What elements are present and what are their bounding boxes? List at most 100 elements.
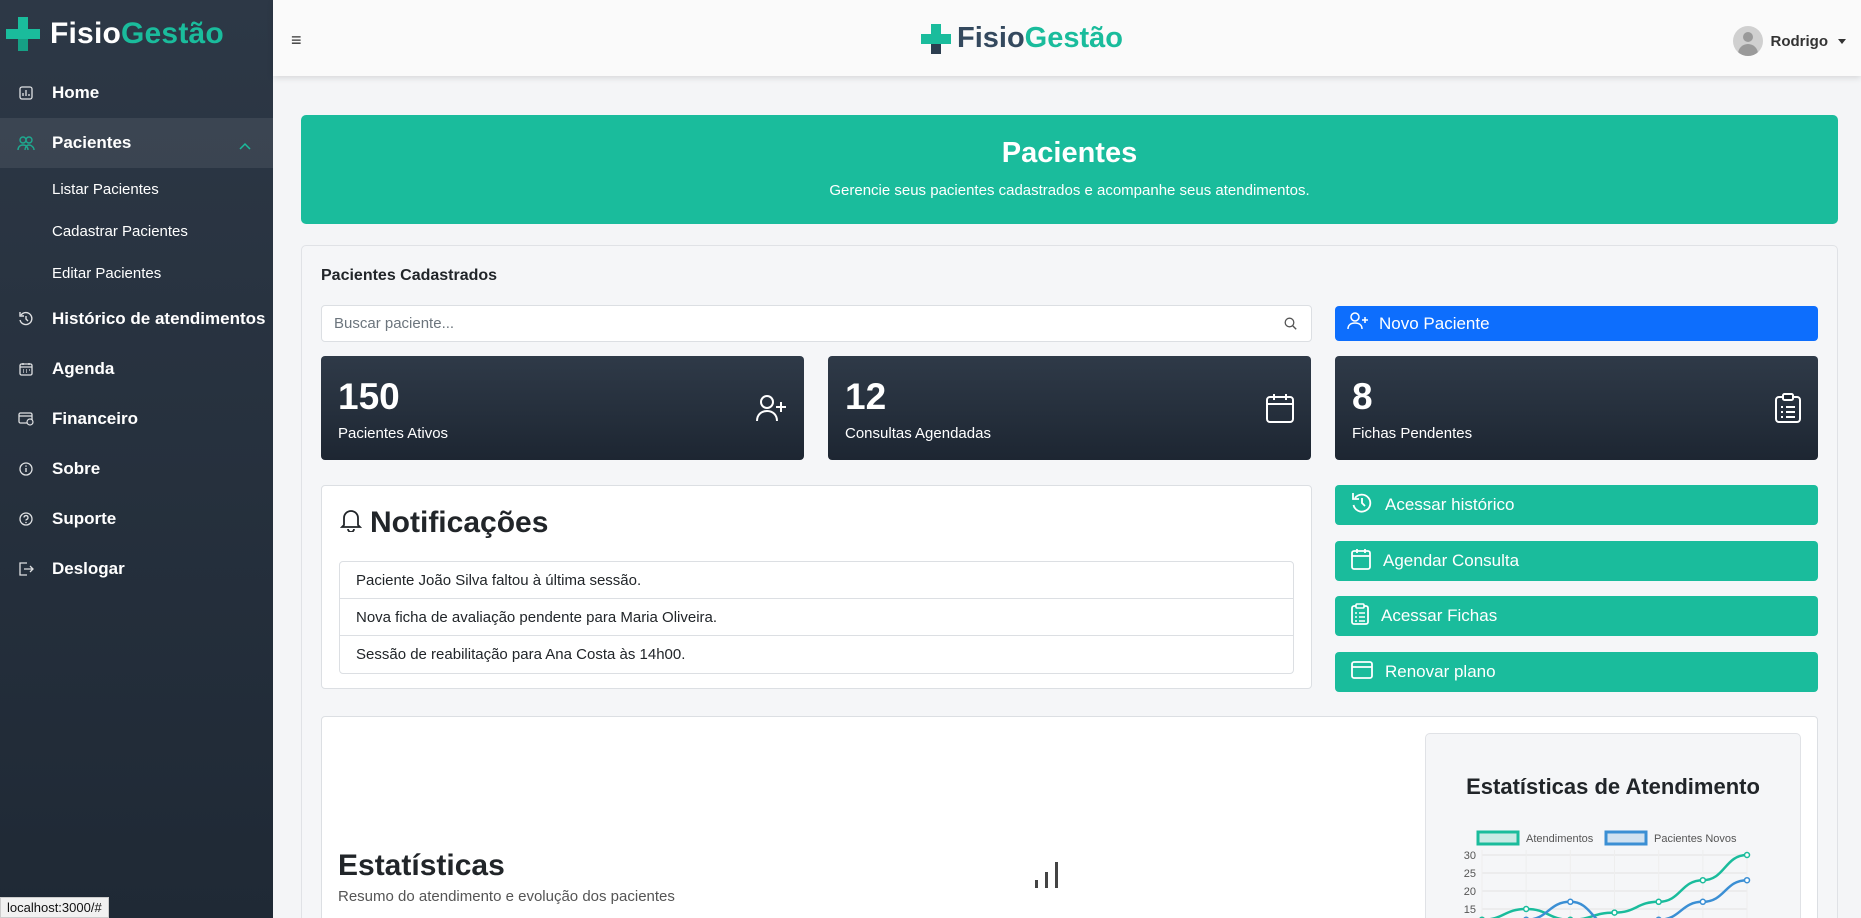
stat-value: 8: [1352, 376, 1373, 417]
list-item[interactable]: Nova ficha de avaliação pendente para Ma…: [340, 599, 1293, 636]
sidebar-item-home[interactable]: Home: [0, 68, 273, 118]
sidebar-subitem-editar[interactable]: Editar Pacientes: [0, 252, 273, 294]
y-tick-label: 25: [1464, 868, 1476, 880]
legend-swatch: [1604, 830, 1648, 846]
stat-label: Pacientes Ativos: [338, 425, 449, 442]
sidebar-item-suporte[interactable]: Suporte: [0, 494, 273, 544]
y-tick-label: 30: [1464, 850, 1476, 862]
sidebar-item-deslogar[interactable]: Deslogar: [0, 544, 273, 594]
page-header-banner: Pacientes Gerencie seus pacientes cadast…: [301, 115, 1838, 224]
chevron-up-icon: [239, 135, 251, 155]
bar-chart-icon: [1033, 858, 1061, 895]
sidebar-item-financeiro[interactable]: Financeiro: [0, 394, 273, 444]
search-input[interactable]: [334, 315, 1274, 332]
page-subtitle: Gerencie seus pacientes cadastrados e ac…: [829, 182, 1310, 199]
renew-plan-button[interactable]: Renovar plano: [1335, 652, 1818, 692]
notifications-list: Paciente João Silva faltou à última sess…: [339, 561, 1294, 674]
sidebar-item-sobre[interactable]: Sobre: [0, 444, 273, 494]
data-point: [1743, 851, 1751, 859]
legend-swatch: [1476, 830, 1520, 846]
person-add-icon: [1347, 312, 1369, 335]
wallet-icon: [16, 409, 36, 429]
list-item[interactable]: Paciente João Silva faltou à última sess…: [340, 562, 1293, 599]
data-point: [1699, 876, 1707, 884]
caret-down-icon: [1838, 38, 1846, 44]
menu-toggle-icon[interactable]: ≡: [291, 30, 302, 51]
y-tick-label: 20: [1464, 886, 1476, 898]
sidebar-subitem-cadastrar[interactable]: Cadastrar Pacientes: [0, 210, 273, 252]
page-title: Pacientes: [1001, 137, 1138, 169]
clipboard-icon: [1775, 393, 1801, 428]
data-point: [1699, 898, 1707, 906]
search-box: [321, 305, 1312, 342]
credit-card-icon: [1351, 660, 1373, 684]
y-tick-label: 15: [1464, 904, 1476, 916]
stat-label: Fichas Pendentes: [1352, 425, 1473, 442]
stat-card-active-patients: 150 Pacientes Ativos: [321, 356, 804, 460]
history-icon: [1351, 492, 1373, 519]
status-bar-url: localhost:3000/#: [0, 897, 109, 918]
stat-value: 150: [338, 376, 400, 417]
avatar: [1732, 26, 1763, 56]
attendance-line-chart: Atendimentos Pacientes Novos 30 25 20 15: [1464, 830, 1751, 918]
data-point: [1743, 876, 1751, 884]
sidebar-item-label: Deslogar: [52, 559, 125, 578]
sidebar-item-agenda[interactable]: Agenda: [0, 344, 273, 394]
sidebar-item-label: Suporte: [52, 509, 117, 528]
clipboard-icon: [1351, 602, 1369, 630]
sidebar-item-historico[interactable]: Histórico de atendimentos: [0, 294, 273, 344]
calendar-icon: [1266, 393, 1294, 428]
schedule-appointment-button[interactable]: Agendar Consulta: [1335, 541, 1818, 581]
sidebar-item-label: Home: [52, 83, 100, 102]
sidebar-item-label: Sobre: [52, 459, 101, 478]
people-icon: [16, 133, 36, 153]
access-history-button[interactable]: Acessar histórico: [1335, 485, 1818, 525]
bell-icon: [339, 506, 363, 540]
legend-label: Atendimentos: [1526, 833, 1594, 845]
sidebar-item-label: Pacientes: [52, 133, 132, 152]
sidebar-brand[interactable]: FisioGestão: [0, 0, 273, 68]
search-icon[interactable]: [1284, 317, 1297, 334]
notifications-heading: Notificações: [339, 506, 549, 540]
history-icon: [16, 309, 36, 329]
info-icon: [16, 459, 36, 479]
access-forms-button[interactable]: Acessar Fichas: [1335, 596, 1818, 636]
sidebar-item-pacientes[interactable]: Pacientes: [0, 118, 273, 168]
user-name: Rodrigo: [1770, 32, 1829, 50]
sidebar-subitem-listar[interactable]: Listar Pacientes: [0, 168, 273, 210]
sidebar-item-label: Histórico de atendimentos: [52, 309, 266, 328]
stat-card-appointments: 12 Consultas Agendadas: [828, 356, 1311, 460]
chart-title: Estatísticas de Atendimento: [1466, 774, 1760, 799]
logo-cross-icon: [921, 23, 951, 54]
notifications-title: Notificações: [370, 506, 549, 539]
logo-cross-icon: [6, 17, 40, 51]
brand-name: FisioGestão: [50, 17, 224, 50]
statistics-title: Estatísticas: [338, 849, 505, 882]
legend-label: Pacientes Novos: [1654, 833, 1737, 845]
topbar: ≡ FisioGestão Rodrigo: [273, 0, 1861, 76]
new-patient-label: Novo Paciente: [1379, 313, 1490, 333]
stat-value: 12: [845, 376, 887, 417]
topbar-brand[interactable]: FisioGestão: [921, 22, 1123, 55]
calendar-icon: [16, 359, 36, 379]
data-point: [1611, 909, 1618, 916]
person-add-icon: [755, 393, 787, 428]
sidebar-item-label: Financeiro: [52, 409, 138, 428]
home-icon: [16, 83, 36, 103]
section-title: Pacientes Cadastrados: [321, 267, 498, 284]
action-label: Acessar Fichas: [1381, 606, 1498, 625]
sidebar: FisioGestão Home Pacientes Listar Pacien…: [0, 0, 273, 918]
data-point: [1522, 905, 1530, 913]
calendar-icon: [1351, 548, 1371, 575]
statistics-subtitle: Resumo do atendimento e evolução dos pac…: [338, 888, 675, 905]
sidebar-item-label: Agenda: [52, 359, 115, 378]
data-point: [1655, 898, 1662, 906]
new-patient-button[interactable]: Novo Paciente: [1335, 306, 1818, 341]
list-item[interactable]: Sessão de reabilitação para Ana Costa às…: [340, 636, 1293, 673]
user-menu[interactable]: Rodrigo: [1732, 26, 1846, 56]
action-label: Acessar histórico: [1385, 495, 1515, 514]
action-label: Renovar plano: [1385, 662, 1496, 681]
help-icon: [16, 509, 36, 529]
data-point: [1567, 898, 1574, 906]
logout-icon: [16, 559, 36, 579]
